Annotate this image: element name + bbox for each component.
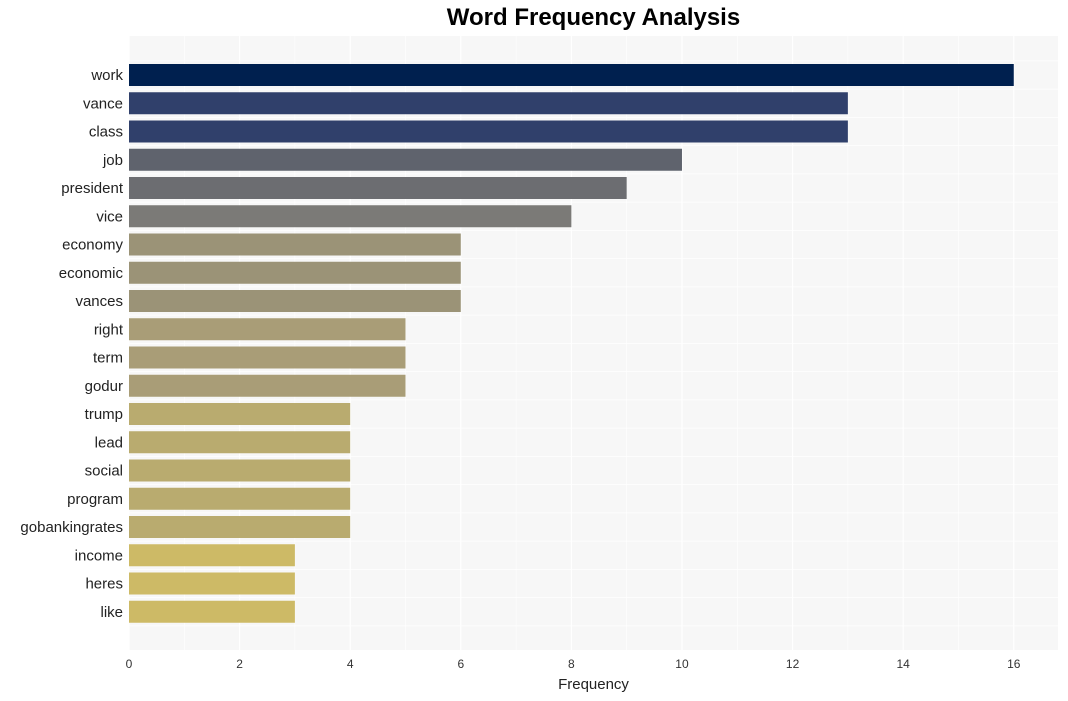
- bar-like: [129, 600, 295, 623]
- x-tick-label: 12: [786, 657, 800, 671]
- x-tick-label: 6: [457, 657, 464, 671]
- category-label: economic: [59, 265, 124, 282]
- x-tick-label: 8: [568, 657, 575, 671]
- category-label: vance: [83, 95, 123, 112]
- x-tick-label: 4: [347, 657, 354, 671]
- category-label: president: [61, 180, 124, 197]
- category-label: like: [100, 604, 123, 621]
- category-label: program: [67, 491, 123, 508]
- x-tick-label: 10: [675, 657, 689, 671]
- category-label: vances: [75, 293, 123, 310]
- bar-gobankingrates: [129, 516, 351, 538]
- category-label: lead: [95, 434, 123, 451]
- bar-program: [129, 487, 351, 510]
- bar-godur: [129, 374, 406, 397]
- category-label: economy: [62, 237, 123, 254]
- category-label: gobankingrates: [20, 519, 123, 536]
- category-label: social: [85, 463, 123, 480]
- bar-income: [129, 544, 295, 567]
- bar-lead: [129, 431, 351, 454]
- x-tick-label: 14: [896, 657, 910, 671]
- bar-trump: [129, 403, 351, 425]
- bar-work: [129, 64, 1014, 86]
- category-label: godur: [85, 378, 123, 395]
- bar-vances: [129, 290, 461, 312]
- x-axis-label: Frequency: [558, 676, 629, 693]
- category-label: work: [90, 67, 123, 84]
- category-label: job: [102, 152, 123, 169]
- bar-vance: [129, 92, 848, 115]
- bar-term: [129, 346, 406, 369]
- bar-right: [129, 318, 406, 341]
- bar-job: [129, 148, 682, 171]
- x-tick-label: 0: [126, 657, 133, 671]
- x-tick-label: 2: [236, 657, 243, 671]
- bar-class: [129, 120, 848, 143]
- bar-heres: [129, 572, 295, 595]
- category-labels: work vance class job president vice economy eco…: [20, 67, 123, 621]
- x-axis-ticks: 0 2 4 6 8 10 12 14 16: [126, 657, 1021, 671]
- bar-chart: work vance class job president vice economy eco…: [20, 36, 1058, 693]
- bar-president: [129, 177, 627, 199]
- category-label: right: [94, 321, 124, 338]
- category-label: vice: [96, 208, 123, 225]
- category-label: heres: [85, 576, 123, 593]
- category-label: trump: [85, 406, 123, 423]
- category-label: income: [75, 547, 123, 564]
- bar-economy: [129, 233, 461, 256]
- x-tick-label: 16: [1007, 657, 1021, 671]
- bar-vice: [129, 205, 572, 228]
- category-label: term: [93, 350, 123, 367]
- bar-social: [129, 459, 351, 482]
- category-label: class: [89, 124, 123, 141]
- bar-economic: [129, 261, 461, 284]
